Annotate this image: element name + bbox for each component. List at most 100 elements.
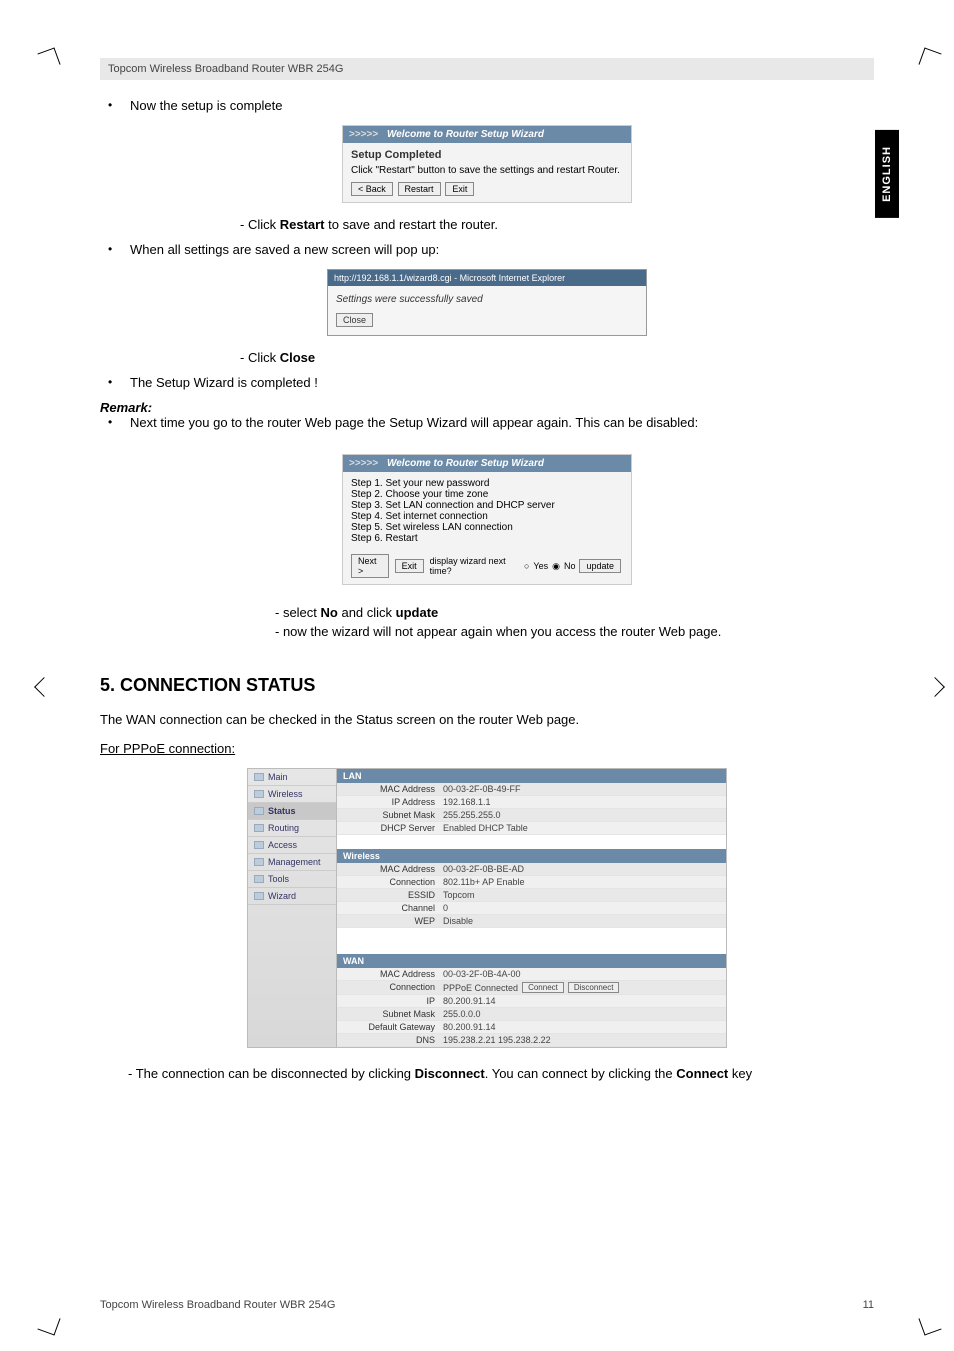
wizard-setup-completed: >>>>> Welcome to Router Setup Wizard Set… (342, 125, 632, 203)
status-sidebar: Main Wireless Status Routing Access Mana… (247, 768, 337, 1048)
wizard-title: Welcome to Router Setup Wizard (387, 458, 544, 469)
folder-icon (254, 773, 264, 781)
display-text: display wizard next time? (430, 556, 520, 576)
bullet: • (100, 415, 130, 434)
wireless-label: Connection (343, 877, 443, 887)
folder-icon (254, 875, 264, 883)
text-when-saved: When all settings are saved a new screen… (130, 242, 439, 257)
wan-value: 80.200.91.14 (443, 1022, 496, 1032)
sidebar-item-status[interactable]: Status (248, 803, 336, 820)
connect-button[interactable]: Connect (522, 982, 564, 993)
text-now-complete: Now the setup is complete (130, 98, 282, 113)
sidebar-item-access[interactable]: Access (248, 837, 336, 854)
wizard-steps-box: >>>>> Welcome to Router Setup Wizard Ste… (342, 454, 632, 585)
sidebar-item-routing[interactable]: Routing (248, 820, 336, 837)
wireless-value: Topcom (443, 890, 475, 900)
sidebar-item-wireless[interactable]: Wireless (248, 786, 336, 803)
wan-value: PPPoE Connected (443, 983, 518, 993)
wireless-value: 802.11b+ AP Enable (443, 877, 525, 887)
folder-icon (254, 790, 264, 798)
wireless-panel-header: Wireless (337, 849, 726, 863)
bullet: • (100, 242, 130, 261)
lan-value: 255.255.255.0 (443, 810, 501, 820)
wizard-msg: Click "Restart" button to save the setti… (351, 165, 623, 176)
folder-icon (254, 841, 264, 849)
section-5-heading: 5. CONNECTION STATUS (100, 675, 874, 696)
no-label: No (564, 561, 576, 571)
wan-label: DNS (343, 1035, 443, 1045)
wan-label: Default Gateway (343, 1022, 443, 1032)
back-button[interactable]: < Back (351, 182, 393, 196)
text-next-time: Next time you go to the router Web page … (130, 415, 698, 430)
ie-title: http://192.168.1.1/wizard8.cgi - Microso… (328, 270, 646, 286)
text-wan-checked: The WAN connection can be checked in the… (100, 712, 874, 727)
text-select-no: - select No and click update (275, 605, 874, 620)
crop-mark (37, 1312, 60, 1335)
wizard-step: Step 6. Restart (351, 533, 623, 544)
disconnect-button[interactable]: Disconnect (568, 982, 620, 993)
sidebar-item-wizard[interactable]: Wizard (248, 888, 336, 905)
wireless-value: 00-03-2F-0B-BE-AD (443, 864, 524, 874)
sidebar-item-tools[interactable]: Tools (248, 871, 336, 888)
ie-dialog: http://192.168.1.1/wizard8.cgi - Microso… (327, 269, 647, 336)
bullet: • (100, 98, 130, 117)
wan-value: 195.238.2.21 195.238.2.22 (443, 1035, 551, 1045)
wireless-label: MAC Address (343, 864, 443, 874)
wizard-step: Step 3. Set LAN connection and DHCP serv… (351, 500, 623, 511)
restart-button[interactable]: Restart (398, 182, 441, 196)
lan-value: 00-03-2F-0B-49-FF (443, 784, 521, 794)
text-click-close: - Click Close (240, 350, 874, 365)
wan-value: 80.200.91.14 (443, 996, 496, 1006)
folder-icon (254, 892, 264, 900)
wan-label: Subnet Mask (343, 1009, 443, 1019)
text-disconnect: - The connection can be disconnected by … (128, 1066, 874, 1081)
wizard-heading: Setup Completed (351, 149, 623, 161)
wireless-label: WEP (343, 916, 443, 926)
close-button[interactable]: Close (336, 313, 373, 327)
ie-msg: Settings were successfully saved (336, 294, 638, 305)
language-tab: ENGLISH (875, 130, 899, 218)
wan-label: Connection (343, 982, 443, 993)
lan-label: IP Address (343, 797, 443, 807)
footer-product: Topcom Wireless Broadband Router WBR 254… (100, 1299, 335, 1311)
folder-icon (254, 824, 264, 832)
lan-value: Enabled DHCP Table (443, 823, 528, 833)
wireless-value: Disable (443, 916, 473, 926)
radio-yes[interactable]: ○ (524, 561, 529, 571)
folder-icon (254, 807, 264, 815)
wan-value: 00-03-2F-0B-4A-00 (443, 969, 521, 979)
wizard-step: Step 5. Set wireless LAN connection (351, 522, 623, 533)
text-wizard-completed: The Setup Wizard is completed ! (130, 375, 318, 390)
lan-panel-header: LAN (337, 769, 726, 783)
crop-mark (918, 1312, 941, 1335)
wizard-title-prefix: >>>>> (349, 458, 378, 469)
exit-button[interactable]: Exit (395, 559, 424, 573)
wan-panel-header: WAN (337, 954, 726, 968)
sidebar-item-main[interactable]: Main (248, 769, 336, 786)
text-now-wizard: - now the wizard will not appear again w… (275, 624, 874, 639)
wan-label: IP (343, 996, 443, 1006)
lan-label: DHCP Server (343, 823, 443, 833)
folder-icon (254, 858, 264, 866)
wan-value: 255.0.0.0 (443, 1009, 481, 1019)
wizard-step: Step 1. Set your new password (351, 478, 623, 489)
wireless-label: ESSID (343, 890, 443, 900)
wan-label: MAC Address (343, 969, 443, 979)
lan-label: Subnet Mask (343, 810, 443, 820)
remark-heading: Remark: (100, 400, 874, 415)
wizard-step: Step 4. Set internet connection (351, 511, 623, 522)
sidebar-item-management[interactable]: Management (248, 854, 336, 871)
lan-value: 192.168.1.1 (443, 797, 491, 807)
radio-no[interactable]: ◉ (552, 561, 560, 572)
wizard-title: Welcome to Router Setup Wizard (387, 129, 544, 140)
text-click-restart: - Click Restart to save and restart the … (240, 217, 874, 232)
text-for-pppoe: For PPPoE connection: (100, 741, 874, 756)
exit-button[interactable]: Exit (445, 182, 474, 196)
next-button[interactable]: Next > (351, 554, 389, 578)
update-button[interactable]: update (579, 559, 621, 573)
wizard-step: Step 2. Choose your time zone (351, 489, 623, 500)
status-screenshot: Main Wireless Status Routing Access Mana… (247, 768, 727, 1048)
bullet: • (100, 375, 130, 394)
wizard-title-prefix: >>>>> (349, 129, 378, 140)
wireless-label: Channel (343, 903, 443, 913)
